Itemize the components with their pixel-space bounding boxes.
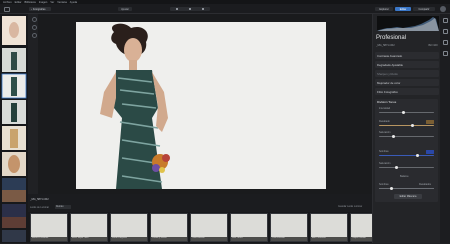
sidebar-toggle-icon[interactable] — [4, 6, 10, 12]
tool-degradado-ajustable[interactable]: Degradado Ajustable — [375, 61, 439, 68]
preset-3[interactable]: Warm Elegante — [110, 213, 148, 242]
thumb-1-figure — [9, 22, 19, 38]
main-photo[interactable] — [76, 22, 326, 189]
slider-label: Resaltado — [379, 120, 390, 123]
profile-title[interactable]: Profesional — [376, 35, 406, 41]
thumb-9[interactable] — [2, 230, 26, 242]
bottom-bar — [28, 194, 372, 212]
chevron-left-icon: ‹ — [31, 7, 32, 11]
thumb-3-figure — [11, 77, 17, 96]
edit-mask-button[interactable]: Editar Máscara — [394, 194, 422, 199]
right-icon-bar — [440, 14, 450, 243]
undo-icon[interactable] — [188, 8, 191, 10]
bouquet-flower-purple — [152, 164, 160, 172]
slider-track[interactable] — [379, 112, 434, 113]
tool-icon-1[interactable] — [31, 17, 37, 22]
slider-track[interactable] — [379, 155, 434, 156]
thumb-4-figure — [11, 103, 17, 122]
view-controls — [170, 7, 210, 11]
bouquet-flower-red — [162, 154, 170, 162]
slider-label: Sombras — [379, 150, 389, 153]
thumb-2-figure — [11, 52, 17, 70]
slider-label: Intensidad — [379, 107, 391, 110]
iso-value: ISO 100 — [428, 44, 438, 47]
toolbar: ‹ Fotografías Ajustar Explorar Editar Co… — [0, 4, 450, 14]
history-icon[interactable] — [442, 40, 448, 45]
preset-8-label: Alto Contraste — [311, 237, 347, 241]
looks-label: Looks de Luminar — [30, 206, 50, 209]
preset-7[interactable]: Cool Fashion — [270, 213, 308, 242]
face — [124, 38, 142, 62]
balance-track[interactable] — [379, 188, 434, 189]
highlight-color-swatch[interactable] — [426, 120, 434, 124]
thumb-6-figure — [8, 155, 20, 173]
save-looks-button[interactable]: Guardar Looks Luminar — [338, 206, 362, 208]
looks-category-select[interactable]: Retrato — [55, 205, 71, 209]
thumb-7-land — [2, 190, 26, 202]
preset-2[interactable]: B&W Sepia Tono — [70, 213, 108, 242]
filmstrip — [0, 14, 28, 243]
preset-5-label: Tono Retrato — [191, 237, 227, 241]
preset-4[interactable]: Cálido y Suave — [150, 213, 188, 242]
histogram-graph — [377, 17, 439, 31]
preset-3-label: Warm Elegante — [111, 237, 147, 241]
balance-right-label: Resaltados — [419, 183, 431, 186]
crop-icon[interactable] — [202, 8, 205, 10]
zoom-select[interactable]: Ajustar — [118, 7, 132, 11]
preset-7-label: Cool Fashion — [271, 237, 307, 241]
preset-1-label: Blanco Profundo — [31, 237, 67, 241]
thumb-8-land — [2, 217, 26, 228]
preset-8[interactable]: Alto Contraste — [310, 213, 348, 242]
slider-track[interactable] — [379, 167, 434, 168]
slider-track[interactable] — [379, 125, 434, 126]
preset-4-label: Cálido y Suave — [151, 237, 187, 241]
histogram — [377, 16, 439, 31]
bouquet-flower-yellow — [159, 167, 165, 173]
filmstrip-thumbs — [1, 16, 27, 242]
balance-left-label: Sombras — [379, 183, 389, 186]
layers-icon[interactable] — [442, 18, 448, 23]
left-tools — [31, 14, 37, 194]
preset-2-label: B&W Sepia Tono — [71, 237, 107, 241]
thumb-5-figure — [10, 129, 18, 148]
slider-knob[interactable] — [402, 110, 406, 114]
slider-saturacion-shadows[interactable]: Saturación — [379, 162, 434, 171]
bottom-filename: _MG_5871.CR2 — [30, 198, 49, 201]
slider-label: Saturación — [379, 162, 391, 165]
slider-sombras[interactable]: Sombras — [379, 150, 434, 159]
share-button[interactable]: Compartir — [413, 7, 435, 11]
slider-label: Saturación — [379, 131, 391, 134]
back-label: Fotografías — [32, 7, 46, 11]
tool-contraste-avanzado[interactable]: Contraste Avanzado — [375, 52, 439, 59]
info-icon[interactable] — [442, 51, 448, 56]
slider-intensidad[interactable]: Intensidad — [379, 107, 434, 116]
slider-knob[interactable] — [392, 134, 395, 138]
preset-6-label: Skin Tones — [231, 237, 267, 241]
neck — [129, 60, 137, 70]
preset-5[interactable]: Tono Retrato — [190, 213, 228, 242]
preset-1[interactable]: Blanco Profundo — [30, 213, 68, 242]
slider-knob[interactable] — [411, 123, 415, 127]
slider-track[interactable] — [379, 136, 434, 137]
slider-knob[interactable] — [394, 165, 398, 169]
explore-button[interactable]: Explorar — [375, 7, 393, 11]
tool-icon-3[interactable] — [31, 33, 37, 38]
tool-sharpen-ruido[interactable]: Sharpen y Ruido — [375, 70, 439, 77]
slider-resaltado[interactable]: Resaltado — [379, 120, 434, 129]
back-to-library-button[interactable]: ‹ Fotografías — [29, 7, 51, 11]
slider-saturacion-highlights[interactable]: Saturación — [379, 131, 434, 140]
tool-filtro-fotografico[interactable]: Filtro Fotográfico — [375, 88, 439, 95]
sliders-icon[interactable] — [442, 29, 448, 34]
shadow-color-swatch[interactable] — [426, 150, 434, 154]
user-avatar[interactable] — [440, 6, 446, 12]
tool-mejorador-color[interactable]: Mejorador de color — [375, 79, 439, 86]
panel-filename: _MG_5871.CR2 — [376, 44, 395, 47]
split-tone-title[interactable]: División Tonos — [377, 100, 396, 104]
edit-button[interactable]: Editar — [395, 7, 411, 11]
preset-6[interactable]: Skin Tones — [230, 213, 268, 242]
photo-figure — [76, 22, 326, 189]
compare-icon[interactable] — [175, 8, 178, 10]
balance-label: Balance — [400, 175, 409, 178]
tool-icon-2[interactable] — [31, 25, 37, 30]
